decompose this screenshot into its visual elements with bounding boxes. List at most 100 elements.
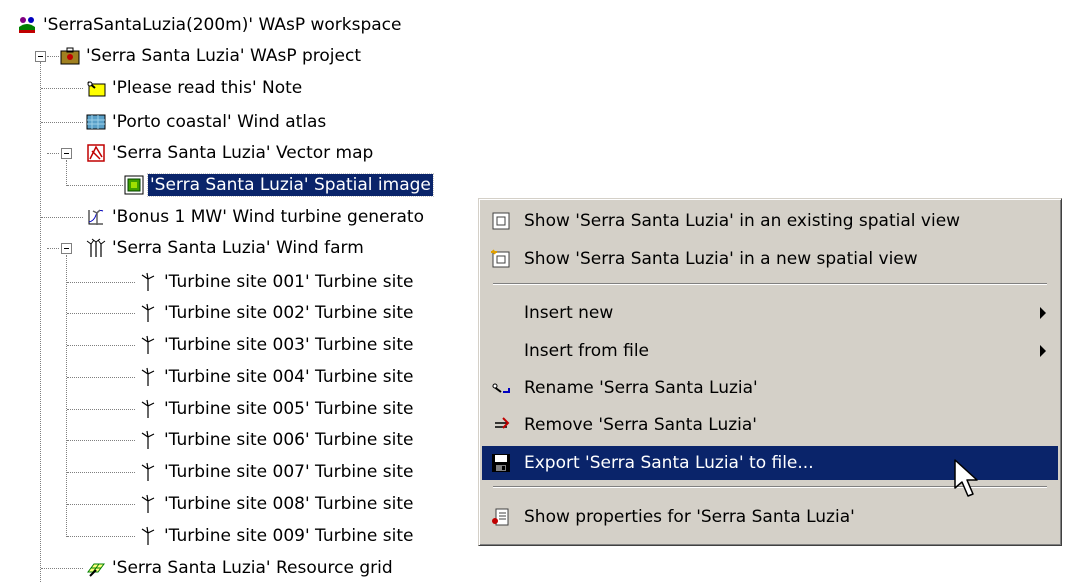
tree-label: 'Porto coastal' Wind atlas [112, 112, 327, 132]
tree-item-turbine-site[interactable]: 'Turbine site 008' Turbine site [138, 492, 415, 516]
resource-grid-icon [87, 563, 105, 577]
tree-line [67, 185, 123, 186]
tree-item-turbine-generator[interactable]: 'Bonus 1 MW' Wind turbine generato [86, 205, 426, 229]
tree-line [67, 440, 135, 441]
tree-item-vector-map[interactable]: 'Serra Santa Luzia' Vector map [86, 141, 375, 165]
tree-label: 'Serra Santa Luzia' Resource grid [112, 558, 393, 578]
turbine-icon [141, 526, 155, 545]
menu-item-label: Show 'Serra Santa Luzia' in an existing … [524, 211, 961, 231]
turbine-icon [141, 462, 155, 481]
new-spatial-view-icon [489, 247, 513, 271]
menu-separator [493, 283, 1047, 285]
tree-label: 'Turbine site 001' Turbine site [164, 272, 414, 292]
spatial-view-icon [489, 209, 513, 233]
menu-item-remove[interactable]: Remove 'Serra Santa Luzia' [482, 408, 1058, 442]
tree-label: 'Turbine site 007' Turbine site [164, 462, 414, 482]
tree-line [41, 88, 83, 89]
tree-line [67, 282, 135, 283]
tree-label: 'Turbine site 009' Turbine site [164, 526, 414, 546]
save-disk-icon [489, 451, 513, 475]
tree-label: 'Serra Santa Luzia' Vector map [112, 143, 374, 163]
tree-label: 'SerraSantaLuzia(200m)' WAsP workspace [43, 15, 402, 35]
tree-label: 'Turbine site 003' Turbine site [164, 335, 414, 355]
tree-item-turbine-site[interactable]: 'Turbine site 005' Turbine site [138, 397, 415, 421]
tree-label: 'Turbine site 005' Turbine site [164, 399, 414, 419]
briefcase-icon [60, 47, 80, 65]
tree-line [67, 409, 135, 410]
tree-line [40, 62, 41, 582]
tree-label: 'Turbine site 006' Turbine site [164, 430, 414, 450]
collapse-vector-map-toggle[interactable] [61, 148, 72, 159]
tree-label: 'Turbine site 004' Turbine site [164, 367, 414, 387]
tree-label: 'Bonus 1 MW' Wind turbine generato [112, 207, 424, 227]
tree-label: 'Serra Santa Luzia' WAsP project [86, 46, 362, 66]
menu-item-label: Insert from file [524, 341, 650, 361]
turbine-icon [141, 303, 155, 322]
tree-item-turbine-site[interactable]: 'Turbine site 004' Turbine site [138, 365, 415, 389]
tree-line [41, 217, 83, 218]
wind-farm-icon [86, 238, 106, 257]
tree-item-turbine-site[interactable]: 'Turbine site 003' Turbine site [138, 333, 415, 357]
vector-map-icon [87, 144, 105, 162]
spatial-image-icon [124, 175, 144, 195]
workspace-icon [19, 17, 35, 33]
tree-label: 'Turbine site 002' Turbine site [164, 303, 414, 323]
tree-item-note[interactable]: 'Please read this' Note [86, 76, 304, 100]
tree-line [41, 122, 83, 123]
tree-item-project[interactable]: 'Serra Santa Luzia' WAsP project [60, 44, 363, 68]
rename-icon [489, 376, 513, 400]
turbine-icon [141, 335, 155, 354]
remove-icon [489, 413, 513, 437]
turbine-icon [141, 367, 155, 386]
submenu-arrow-icon [1040, 345, 1046, 357]
wind-atlas-icon [86, 114, 106, 130]
tree-item-turbine-site[interactable]: 'Turbine site 002' Turbine site [138, 301, 415, 325]
menu-item-insert-new[interactable]: Insert new [482, 296, 1058, 330]
menu-item-label: Insert new [524, 303, 614, 323]
tree-label-selected: 'Serra Santa Luzia' Spatial image [147, 173, 434, 197]
tree-line [47, 153, 59, 154]
menu-item-label: Rename 'Serra Santa Luzia' [524, 378, 758, 398]
tree-line [67, 504, 135, 505]
turbine-icon [141, 494, 155, 513]
submenu-arrow-icon [1040, 307, 1046, 319]
tree-line [66, 160, 67, 186]
tree-label: 'Serra Santa Luzia' Wind farm [112, 238, 364, 258]
tree-item-spatial-image[interactable]: 'Serra Santa Luzia' Spatial image [124, 173, 434, 197]
tree-item-turbine-site[interactable]: 'Turbine site 006' Turbine site [138, 428, 415, 452]
tree-item-workspace[interactable]: 'SerraSantaLuzia(200m)' WAsP workspace [17, 13, 403, 37]
tree-item-resource-grid[interactable]: 'Serra Santa Luzia' Resource grid [86, 556, 395, 580]
menu-item-label: Show properties for 'Serra Santa Luzia' [524, 507, 855, 527]
menu-item-show-properties[interactable]: Show properties for 'Serra Santa Luzia' [482, 500, 1058, 534]
menu-item-insert-from-file[interactable]: Insert from file [482, 334, 1058, 368]
turbine-icon [141, 430, 155, 449]
collapse-wind-farm-toggle[interactable] [61, 243, 72, 254]
tree-line [67, 377, 135, 378]
menu-item-label: Show 'Serra Santa Luzia' in a new spatia… [524, 249, 918, 269]
tree-label: 'Turbine site 008' Turbine site [164, 494, 414, 514]
tree-item-turbine-site[interactable]: 'Turbine site 007' Turbine site [138, 460, 415, 484]
tree-item-turbine-site[interactable]: 'Turbine site 001' Turbine site [138, 270, 415, 294]
menu-item-label: Remove 'Serra Santa Luzia' [524, 415, 757, 435]
menu-item-show-existing-view[interactable]: Show 'Serra Santa Luzia' in an existing … [482, 204, 1058, 238]
note-icon [87, 81, 106, 97]
tree-item-wind-atlas[interactable]: 'Porto coastal' Wind atlas [86, 110, 328, 134]
tree-line [47, 248, 59, 249]
tree-item-wind-farm[interactable]: 'Serra Santa Luzia' Wind farm [86, 236, 366, 260]
menu-item-show-new-view[interactable]: Show 'Serra Santa Luzia' in a new spatia… [482, 242, 1058, 276]
turbine-icon [141, 272, 155, 291]
tree-line [67, 345, 135, 346]
turbine-icon [141, 399, 155, 418]
tree-line [41, 568, 83, 569]
tree-line [47, 56, 59, 57]
properties-icon [489, 505, 513, 529]
tree-line [67, 313, 135, 314]
tree-line [67, 536, 135, 537]
tree-label: 'Please read this' Note [112, 78, 303, 98]
tree-line [67, 472, 135, 473]
tree-line [66, 255, 67, 537]
tree-item-turbine-site[interactable]: 'Turbine site 009' Turbine site [138, 524, 415, 548]
mouse-pointer-icon [954, 459, 978, 497]
menu-item-rename[interactable]: Rename 'Serra Santa Luzia' [482, 371, 1058, 405]
collapse-project-toggle[interactable] [35, 51, 46, 62]
